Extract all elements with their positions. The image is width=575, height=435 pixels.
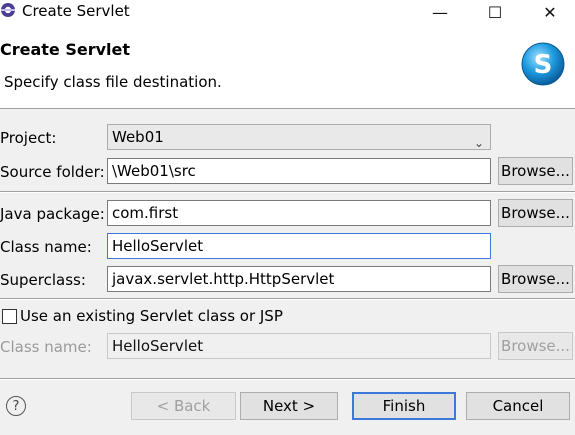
wizard-title: Create Servlet [0,40,131,59]
separator [0,191,575,193]
servlet-logo-icon: S [521,42,565,86]
project-label: Project: [0,129,57,147]
separator [0,298,575,300]
window-title: Create Servlet [22,2,130,20]
class-name-field[interactable]: HelloServlet [107,233,491,259]
superclass-label: Superclass: [0,271,86,289]
next-button[interactable]: Next > [240,392,338,420]
existing-class-name-field: HelloServlet [107,333,491,359]
minimize-button[interactable]: — [415,0,465,24]
source-folder-label: Source folder: [0,163,105,181]
finish-button[interactable]: Finish [352,392,456,420]
existing-class-browse-button: Browse... [498,332,573,360]
help-icon[interactable]: ? [6,396,26,416]
maximize-button[interactable]: ☐ [470,0,520,24]
use-existing-checkbox[interactable] [2,309,17,324]
back-button: < Back [131,392,236,420]
existing-class-name-label: Class name: [0,338,92,356]
class-name-label: Class name: [0,238,92,256]
chevron-down-icon: ⌄ [473,136,484,150]
superclass-field[interactable]: javax.servlet.http.HttpServlet [107,266,491,292]
project-value: Web01 [112,128,164,146]
cancel-button[interactable]: Cancel [466,392,570,420]
java-package-field[interactable]: com.first [107,200,491,226]
source-folder-field[interactable]: \Web01\src [107,158,491,184]
eclipse-app-icon [1,3,15,17]
project-select[interactable]: Web01 ⌄ [107,124,491,150]
source-folder-browse-button[interactable]: Browse... [498,157,573,185]
java-package-label: Java package: [0,205,105,223]
close-button[interactable]: ✕ [525,0,575,24]
separator [0,378,575,380]
java-package-browse-button[interactable]: Browse... [498,199,573,227]
wizard-header [0,24,575,109]
wizard-description: Specify class file destination. [4,73,222,91]
use-existing-label[interactable]: Use an existing Servlet class or JSP [20,306,283,326]
superclass-browse-button[interactable]: Browse... [498,265,573,293]
svg-text:S: S [534,50,553,80]
